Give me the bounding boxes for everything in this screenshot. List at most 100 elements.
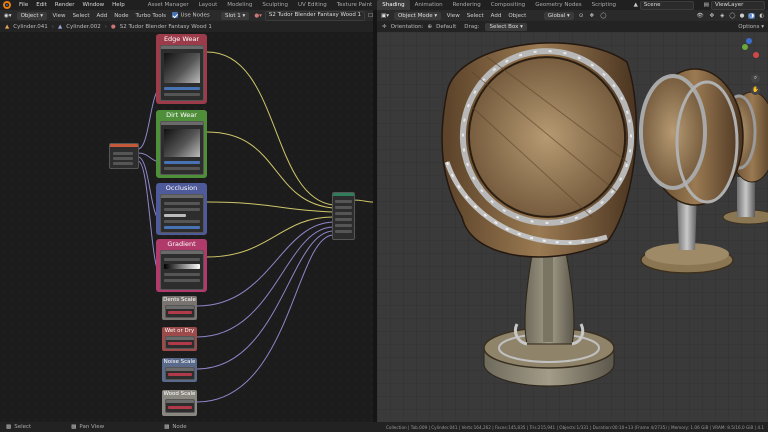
menu-edit[interactable]: Edit (32, 2, 51, 8)
node-value-slider[interactable] (164, 214, 186, 217)
view-menu-select[interactable]: Select (463, 13, 487, 19)
node-value-slider[interactable] (164, 220, 200, 223)
node-menu-add[interactable]: Add (93, 13, 111, 19)
viewport-editor-type-icon[interactable]: ▣▾ (381, 13, 389, 19)
wood-scale-node[interactable] (165, 399, 195, 413)
breadcrumb-object[interactable]: Cylinder.041 (9, 24, 52, 30)
object-mode-dropdown[interactable]: Object Mode ▾ (393, 11, 442, 20)
node-value-slider[interactable] (164, 258, 200, 261)
menu-render[interactable]: Render (51, 2, 79, 8)
frame-title: Dirt Wear (166, 111, 197, 119)
editor-type-icon[interactable]: ◉▾ (4, 13, 12, 19)
node-value-slider[interactable] (168, 342, 192, 345)
workspace-tab-rendering[interactable]: Rendering (448, 0, 486, 10)
workspace-tab-scripting[interactable]: Scripting (587, 0, 621, 10)
node-value-slider[interactable] (164, 202, 200, 205)
edge-wear-node[interactable] (160, 45, 204, 101)
overlay-icon[interactable]: ◈ (720, 13, 724, 19)
navigation-gizmo[interactable] (733, 38, 763, 70)
dirt-wear-node[interactable] (160, 121, 204, 175)
frame-wet-or-dry[interactable]: Wet or Dry (162, 327, 197, 351)
material-name-field[interactable]: S2 Tudor Blender Fantasy Wood 1 (264, 10, 366, 21)
node-value-slider[interactable] (164, 167, 200, 170)
material-sphere-icon[interactable]: ●▾ (254, 13, 262, 19)
scene-selector[interactable]: Scene (639, 0, 694, 10)
snap-icon[interactable]: ❖ (589, 13, 594, 19)
occlusion-node[interactable] (160, 194, 204, 233)
orientation-dropdown[interactable]: Default (432, 24, 460, 30)
node-value-slider[interactable] (164, 161, 200, 164)
shading-solid-icon[interactable]: ● (740, 13, 745, 19)
node-value-slider[interactable] (164, 273, 200, 276)
node-value-slider[interactable] (168, 406, 192, 409)
node-value-slider[interactable] (164, 87, 200, 90)
menu-help[interactable]: Help (108, 2, 129, 8)
workspace-tab-modeling[interactable]: Modeling (222, 0, 257, 10)
axis-z-icon[interactable] (746, 38, 752, 44)
pan-tool-icon[interactable]: ✋ (751, 86, 760, 95)
use-nodes-checkbox[interactable]: Use Nodes (172, 12, 210, 19)
menu-file[interactable]: File (15, 2, 32, 8)
shader-node-editor[interactable]: Edge Wear Dirt Wear Occlusion Gradient D… (0, 32, 373, 422)
frame-dents-scale[interactable]: Dents Scale (162, 296, 197, 320)
workspace-tab-texture-paint[interactable]: Texture Paint (332, 0, 378, 10)
node-value-slider[interactable] (164, 208, 200, 211)
zoom-tool-icon[interactable]: ⌕ (751, 74, 760, 83)
turbo-tools-menu[interactable]: Turbo Tools (132, 13, 169, 19)
wet-or-dry-node[interactable] (165, 336, 195, 349)
workspace-tab-geometry-nodes[interactable]: Geometry Nodes (530, 0, 586, 10)
shading-material-icon[interactable]: ◑ (748, 12, 756, 19)
texture-coordinate-node[interactable] (109, 143, 139, 169)
dents-scale-node[interactable] (165, 305, 195, 318)
node-value-slider[interactable] (164, 226, 200, 229)
shading-wireframe-icon[interactable]: ◯ (729, 13, 735, 19)
breadcrumb-material[interactable]: S2 Tudor Blender Fantasy Wood 1 (116, 24, 216, 30)
frame-wood-scale[interactable]: Wood Scale (162, 390, 197, 416)
frame-noise-scale[interactable]: Noise Scale (162, 358, 197, 382)
options-menu[interactable]: Options ▾ (734, 24, 768, 30)
node-menu-view[interactable]: View (49, 13, 69, 19)
shading-rendered-icon[interactable]: ◐ (759, 13, 764, 19)
object-type-dropdown[interactable]: Object ▾ (16, 11, 47, 20)
node-value-slider[interactable] (168, 311, 192, 314)
pivot-icon[interactable]: ⊙ (579, 13, 584, 19)
node-value-slider[interactable] (164, 279, 200, 282)
material-output-node[interactable] (332, 192, 355, 240)
view-menu-object[interactable]: Object (505, 13, 530, 19)
noise-scale-node[interactable] (165, 367, 195, 380)
view-menu-view[interactable]: View (443, 13, 463, 19)
node-header (166, 337, 194, 340)
gizmo-icon[interactable]: ✥ (710, 13, 715, 19)
view-menu-add[interactable]: Add (487, 13, 505, 19)
workspace-tab-layout[interactable]: Layout (194, 0, 223, 10)
3d-viewport[interactable]: ⌕ ✋ (377, 32, 768, 422)
material-slot-dropdown[interactable]: Slot 1 ▾ (221, 11, 250, 20)
workspace-tab-compositing[interactable]: Compositing (486, 0, 530, 10)
drag-dropdown[interactable]: Select Box ▾ (485, 22, 527, 31)
view-layer-selector[interactable]: ViewLayer (711, 0, 765, 10)
menu-window[interactable]: Window (78, 2, 108, 8)
transform-orientation-dropdown[interactable]: Global ▾ (543, 11, 574, 20)
workspace-tab-sculpting[interactable]: Sculpting (257, 0, 293, 10)
gradient-control-node[interactable] (160, 250, 204, 290)
frame-occlusion[interactable]: Occlusion (156, 183, 207, 235)
color-ramp[interactable] (164, 264, 200, 269)
node-menu-node[interactable]: Node (111, 13, 132, 19)
frame-edge-wear[interactable]: Edge Wear (156, 34, 207, 104)
workspace-tab-uv-editing[interactable]: UV Editing (293, 0, 332, 10)
proportional-edit-icon[interactable]: ◯ (600, 13, 606, 19)
node-header (161, 195, 203, 198)
node-menu-select[interactable]: Select (69, 13, 93, 19)
workspace-tab-asset-manager[interactable]: Asset Manager (143, 0, 194, 10)
breadcrumb-mesh[interactable]: Cylinder.002 (62, 24, 105, 30)
axis-x-icon[interactable] (753, 52, 759, 58)
node-value-slider[interactable] (164, 93, 200, 96)
frame-gradient-control[interactable]: Gradient Control (156, 239, 207, 292)
node-value-slider[interactable] (168, 373, 192, 376)
workspace-tab-animation[interactable]: Animation (410, 0, 448, 10)
blender-logo-icon[interactable] (3, 1, 11, 9)
axis-y-icon[interactable] (742, 44, 748, 50)
workspace-tab-shading[interactable]: Shading (377, 0, 410, 10)
frame-dirt-wear[interactable]: Dirt Wear (156, 110, 207, 178)
visibility-icon[interactable]: 👁 (697, 13, 704, 19)
